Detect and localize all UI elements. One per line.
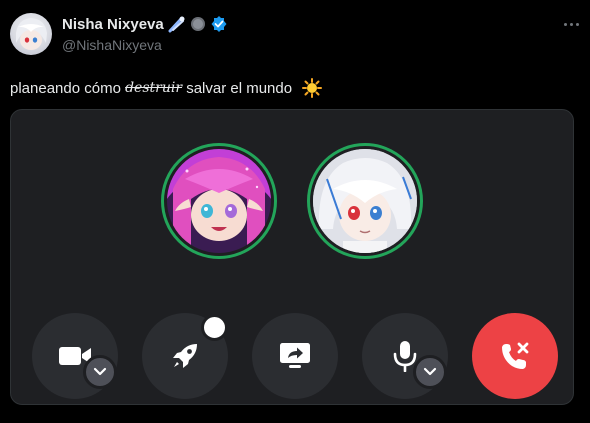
- handle[interactable]: @NishaNixyeva: [62, 37, 162, 53]
- screen-share-button[interactable]: [252, 313, 338, 399]
- tweet-text: planeando cómo destruir salvar el mundo: [10, 78, 323, 98]
- participant-image-1: [167, 149, 271, 253]
- microphone-options-button[interactable]: [413, 355, 447, 389]
- more-icon-dot: [569, 22, 573, 26]
- comet-icon: [168, 16, 185, 33]
- end-call-icon: [502, 342, 529, 369]
- sun-icon: [302, 78, 323, 98]
- screen-share-icon: [280, 343, 310, 368]
- camera-options-button[interactable]: [83, 355, 117, 389]
- more-icon: [563, 22, 567, 26]
- more-options-button[interactable]: [558, 14, 584, 34]
- participant-avatar-1[interactable]: [161, 143, 277, 259]
- verified-badge-icon[interactable]: [210, 15, 228, 33]
- tweet-text-before: planeando cómo: [10, 79, 126, 97]
- participant-image-2: [313, 149, 417, 253]
- tweet-text-after: salvar el mundo: [182, 79, 293, 97]
- tweet-header: Nisha Nixyeva @NishaNixyeva: [0, 0, 590, 70]
- name-row: Nisha Nixyeva: [62, 15, 228, 33]
- end-call-button[interactable]: [472, 313, 558, 399]
- avatar-image: [16, 18, 47, 50]
- display-name[interactable]: Nisha Nixyeva: [62, 16, 164, 33]
- more-icon-dot: [575, 22, 579, 26]
- tweet-text-struck: destruir: [125, 80, 183, 96]
- rocket-icon: [173, 344, 197, 368]
- voice-call-card: [10, 109, 574, 405]
- activity-indicator: [201, 314, 228, 341]
- chevron-down-icon: [423, 367, 437, 376]
- avatar[interactable]: [10, 13, 52, 55]
- chevron-down-icon: [93, 367, 107, 376]
- affiliate-badge-icon: [190, 17, 205, 31]
- participant-avatar-2[interactable]: [307, 143, 423, 259]
